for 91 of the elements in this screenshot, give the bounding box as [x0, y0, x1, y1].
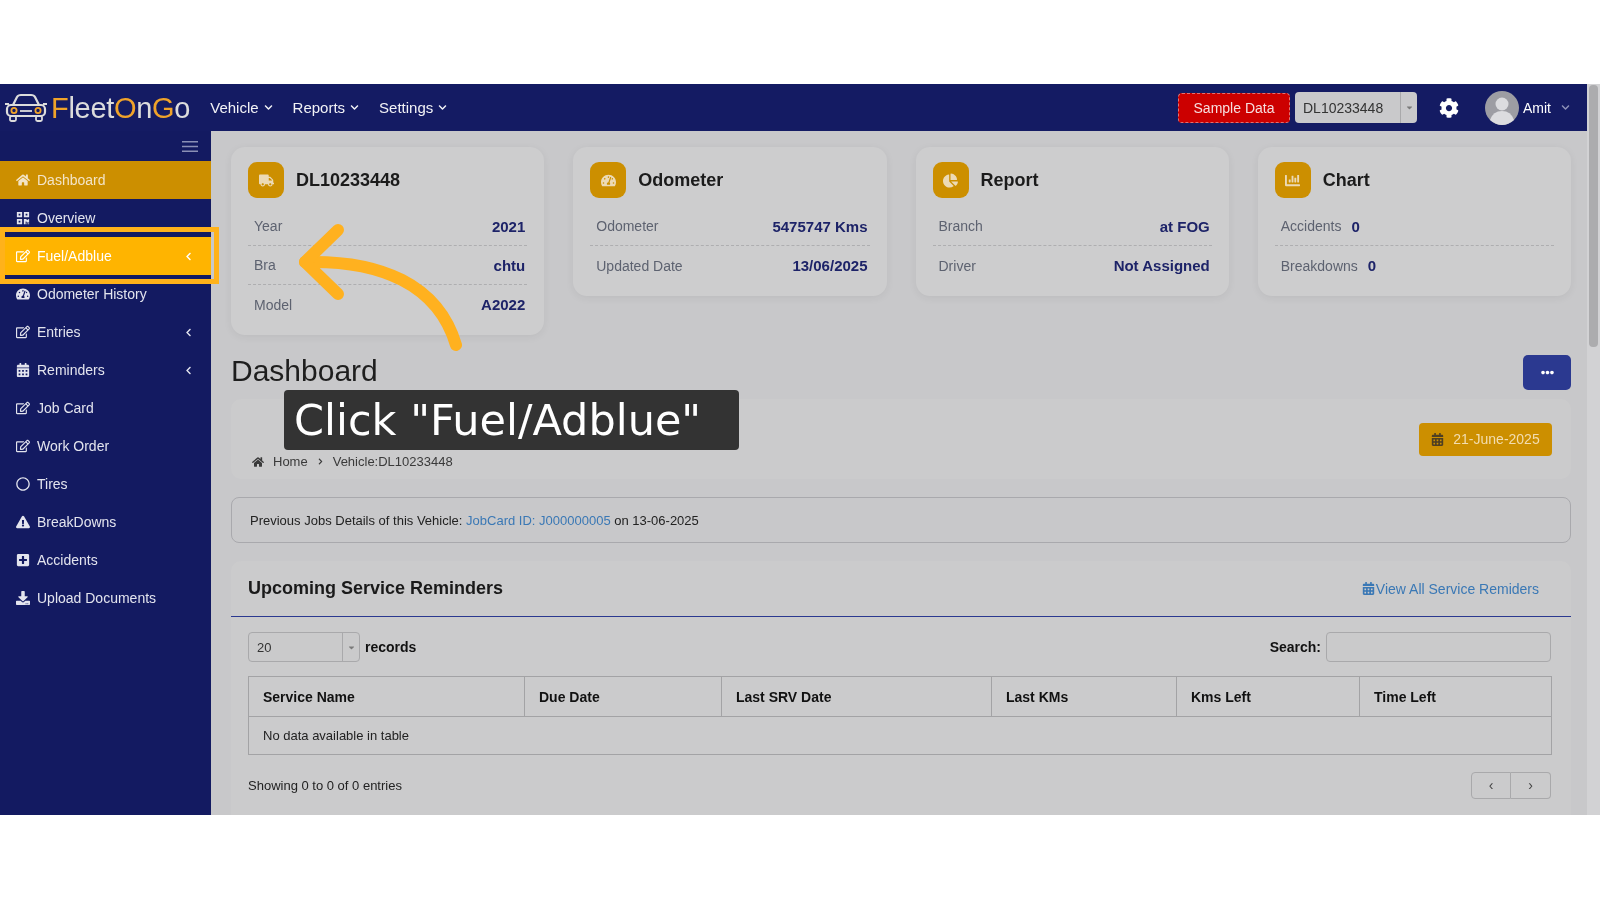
menu-icon[interactable]: [182, 140, 198, 152]
field-value: 0: [1351, 217, 1360, 235]
page-title: Dashboard: [231, 353, 378, 389]
field-label: Breakdowns: [1280, 257, 1358, 274]
settings-icon[interactable]: [1439, 97, 1459, 118]
sidebar-item[interactable]: Work Order: [0, 427, 211, 465]
edit-icon: [16, 325, 30, 339]
field-value: at FOG: [1159, 217, 1210, 235]
user-menu[interactable]: Amit: [1485, 90, 1570, 125]
chevron-down-icon: [263, 103, 273, 112]
sidebar-item[interactable]: Odometer History: [0, 275, 211, 313]
section-title: Upcoming Service Reminders: [248, 578, 504, 599]
entries-summary: Showing 0 to 0 of 0 entries: [248, 777, 402, 793]
avatar-icon: [1485, 90, 1519, 125]
edit-icon: [16, 439, 30, 453]
field-label: Driver: [938, 257, 976, 274]
column-header: Service Name: [248, 676, 525, 717]
chevron-left-icon: [184, 251, 193, 261]
sidebar-item[interactable]: Upload Documents: [0, 579, 211, 617]
calendar-icon: [1361, 582, 1375, 595]
caret-down-icon: [1404, 103, 1414, 112]
sidebar-item[interactable]: BreakDowns: [0, 503, 211, 541]
sidebar-item[interactable]: Accidents: [0, 541, 211, 579]
sidebar-item[interactable]: Reminders: [0, 351, 211, 389]
next-page-button[interactable]: ›: [1511, 771, 1551, 799]
gauge-icon: [590, 162, 627, 198]
field-value: 2021: [491, 217, 526, 235]
bar-chart-icon: [1274, 162, 1311, 198]
chevron-left-icon: [184, 327, 193, 337]
field-label: Model: [254, 296, 293, 313]
tooltip: Click "Fuel/Adblue": [284, 390, 740, 450]
sidebar-item[interactable]: Overview: [0, 199, 211, 237]
gauge-icon: [16, 287, 30, 301]
car-icon: [4, 92, 48, 123]
pie-chart-icon: [932, 162, 969, 198]
field-value: 5475747 Kms: [772, 217, 868, 235]
home-icon: [16, 173, 30, 187]
sidebar-item[interactable]: Job Card: [0, 389, 211, 427]
chevron-left-icon: [184, 365, 193, 375]
field-value: 13/06/2025: [792, 257, 868, 274]
card-title: Report: [980, 169, 1039, 191]
breadcrumb-link[interactable]: Home: [273, 454, 308, 469]
chevron-down-icon: [1561, 103, 1570, 112]
column-header: Last KMs: [991, 676, 1177, 717]
nav-menu[interactable]: Settings: [379, 99, 448, 116]
column-header: Last SRV Date: [721, 676, 992, 717]
chevron-right-icon: [316, 458, 324, 465]
field-value: Not Assigned: [1113, 257, 1210, 274]
scrollbar-thumb[interactable]: [1589, 85, 1598, 347]
column-header: Due Date: [524, 676, 722, 717]
field-label: Updated Date: [596, 257, 683, 274]
edit-icon: [16, 401, 30, 415]
field-label: Odometer: [596, 218, 659, 234]
previous-page-button[interactable]: ‹: [1471, 771, 1511, 799]
truck-icon: [248, 162, 284, 198]
sidebar-item[interactable]: Tires: [0, 465, 211, 503]
sidebar-item[interactable]: Entries: [0, 313, 211, 351]
card-title: Odometer: [638, 169, 724, 191]
notice-text: Previous Jobs Details of this Vehicle: JobCard ID: J000000005 on 13-06-2025: [250, 512, 699, 528]
download-icon: [16, 591, 30, 605]
more-button[interactable]: [1523, 355, 1571, 390]
field-label: Branch: [938, 218, 983, 234]
field-value: 0: [1367, 257, 1377, 274]
nav-menu[interactable]: Vehicle: [210, 99, 273, 116]
nav-menu[interactable]: Reports: [292, 99, 360, 116]
column-header: Kms Left: [1176, 676, 1360, 717]
search-field[interactable]: [1326, 632, 1551, 662]
calendar-icon: [16, 363, 30, 377]
chevron-down-icon: [350, 103, 360, 112]
sample-data-button[interactable]: Sample Data: [1178, 92, 1290, 123]
card-title: Chart: [1322, 169, 1370, 191]
calendar-icon: [1431, 432, 1445, 446]
logo-text: FleetOnGo: [51, 90, 191, 125]
edit-icon: [16, 249, 30, 263]
column-header: Time Left: [1359, 676, 1552, 717]
records-label: records: [365, 639, 417, 655]
breadcrumb-current: Vehicle:DL10233448: [332, 454, 453, 469]
field-label: Accidents: [1280, 218, 1342, 234]
qr-code-icon: [16, 211, 30, 225]
warning-icon: [16, 515, 30, 529]
home-icon: [252, 455, 264, 468]
field-value: chtu: [493, 256, 526, 274]
chevron-down-icon: [438, 103, 448, 112]
field-label: Year: [254, 218, 283, 234]
card-title: DL10233448: [296, 169, 401, 191]
search-label: Search:: [1269, 639, 1321, 655]
vehicle-select[interactable]: DL10233448: [1295, 92, 1417, 123]
field-label: Bra: [254, 257, 276, 273]
table-cell: No data available in table: [248, 716, 1552, 755]
page-size-select[interactable]: 20: [248, 632, 360, 662]
field-value: A2022: [481, 296, 526, 313]
